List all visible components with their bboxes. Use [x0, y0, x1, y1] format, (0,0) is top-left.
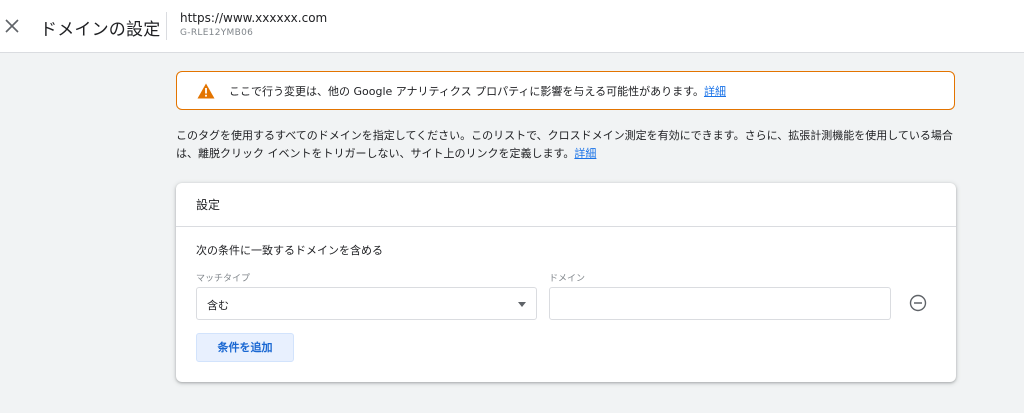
page-title: ドメインの設定 [40, 20, 161, 40]
warning-text: ここで行う変更は、他の Google アナリティクス プロパティに影響を与える可… [229, 83, 726, 99]
close-icon[interactable] [4, 18, 20, 34]
remove-circle-icon[interactable] [909, 294, 927, 312]
dropdown-arrow-icon [518, 302, 526, 307]
warning-message: ここで行う変更は、他の Google アナリティクス プロパティに影響を与える可… [229, 85, 704, 98]
domain-label: ドメイン [549, 274, 586, 284]
match-type-value: 含む [207, 299, 229, 312]
settings-card: 設定 次の条件に一致するドメインを含める マッチタイプ ドメイン 含む 条件を追… [176, 183, 956, 382]
header-divider [166, 12, 167, 40]
measurement-id: G-RLE12YMB06 [180, 28, 254, 38]
card-title: 設定 [196, 198, 221, 212]
warning-banner: ここで行う変更は、他の Google アナリティクス プロパティに影響を与える可… [176, 71, 955, 110]
description-learn-more-link[interactable]: 詳細 [574, 147, 596, 160]
add-condition-button[interactable]: 条件を追加 [196, 333, 294, 362]
description: このタグを使用するすべてのドメインを指定してください。このリストで、クロスドメイ… [176, 127, 966, 163]
domain-input[interactable] [549, 287, 891, 320]
description-text: このタグを使用するすべてのドメインを指定してください。このリストで、クロスドメイ… [176, 129, 953, 160]
match-type-label: マッチタイプ [196, 274, 251, 284]
condition-label: 次の条件に一致するドメインを含める [196, 244, 383, 257]
stream-url: https://www.xxxxxx.com [180, 11, 328, 25]
warning-icon [197, 83, 215, 99]
top-bar: ドメインの設定 https://www.xxxxxx.com G-RLE12YM… [0, 0, 1024, 53]
card-divider [176, 226, 956, 227]
match-type-select[interactable]: 含む [196, 287, 537, 320]
warning-learn-more-link[interactable]: 詳細 [704, 85, 726, 98]
